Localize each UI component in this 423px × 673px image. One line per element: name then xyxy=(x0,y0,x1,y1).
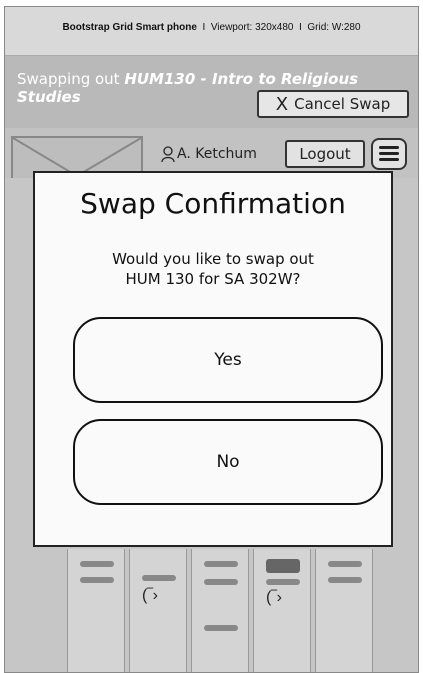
schedule-column xyxy=(315,549,373,672)
schedule-column xyxy=(191,549,249,672)
separator: I xyxy=(202,22,206,33)
course-block xyxy=(204,625,238,631)
info-bar-text: Bootstrap Grid Smart phone I Viewport: 3… xyxy=(5,22,418,33)
separator: I xyxy=(299,22,302,33)
menu-bar-icon xyxy=(379,146,399,149)
swap-confirmation-dialog: Swap Confirmation Would you like to swap… xyxy=(33,171,393,547)
phone-viewport: Bootstrap Grid Smart phone I Viewport: 3… xyxy=(4,6,419,673)
swap-bar: Swapping out HUM130 - Intro to Religious… xyxy=(5,56,418,128)
close-icon: X xyxy=(275,93,289,115)
schedule-column xyxy=(67,549,125,672)
user-name: A. Ketchum xyxy=(177,146,257,162)
hamburger-menu-button[interactable] xyxy=(371,138,407,170)
dialog-message-line: HUM 130 for SA 302W? xyxy=(125,270,301,288)
cancel-swap-label: Cancel Swap xyxy=(294,95,391,113)
schedule-column: (‾› xyxy=(253,549,311,672)
cancel-swap-button[interactable]: X Cancel Swap xyxy=(257,90,409,118)
menu-bar-icon xyxy=(379,152,399,155)
schedule-columns: (‾› (‾› xyxy=(7,549,415,672)
grid-label: Grid: W:280 xyxy=(307,22,361,33)
dialog-message-line: Would you like to swap out xyxy=(112,250,314,268)
menu-bar-icon xyxy=(379,158,399,161)
course-block xyxy=(204,579,238,585)
no-button[interactable]: No xyxy=(73,419,383,505)
dialog-message: Would you like to swap out HUM 130 for S… xyxy=(75,249,351,289)
course-block xyxy=(142,575,176,581)
yes-button[interactable]: Yes xyxy=(73,317,383,403)
swap-loop-icon: (‾› xyxy=(266,589,282,606)
user-icon xyxy=(161,146,175,162)
schedule-column: (‾› xyxy=(129,549,187,672)
dialog-title: Swap Confirmation xyxy=(80,187,346,220)
selected-course-block xyxy=(266,559,300,573)
device-label: Bootstrap Grid Smart phone xyxy=(62,22,197,33)
info-bar: Bootstrap Grid Smart phone I Viewport: 3… xyxy=(5,7,418,56)
logout-button[interactable]: Logout xyxy=(285,140,365,168)
course-block xyxy=(80,561,114,567)
viewport-label: Viewport: 320x480 xyxy=(210,22,294,33)
swap-prefix: Swapping out xyxy=(17,70,125,88)
course-block xyxy=(204,561,238,567)
course-block xyxy=(328,577,362,583)
course-block xyxy=(266,579,300,585)
swap-loop-icon: (‾› xyxy=(142,587,158,604)
course-block xyxy=(80,577,114,583)
course-block xyxy=(328,561,362,567)
